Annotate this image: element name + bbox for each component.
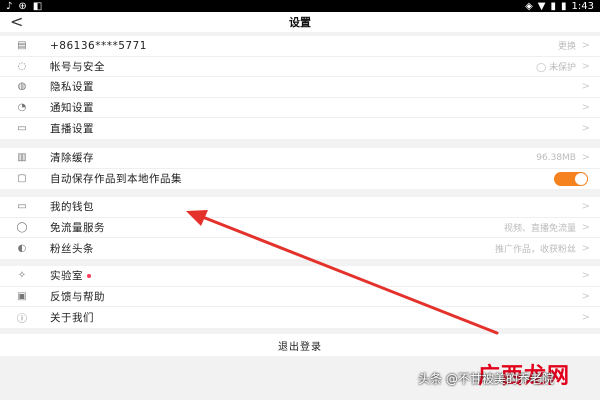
- arrow-shaft: [198, 214, 499, 335]
- author-watermark: 头条 @不甘被美的乔老院: [418, 372, 554, 386]
- annotation-arrow: [186, 210, 499, 335]
